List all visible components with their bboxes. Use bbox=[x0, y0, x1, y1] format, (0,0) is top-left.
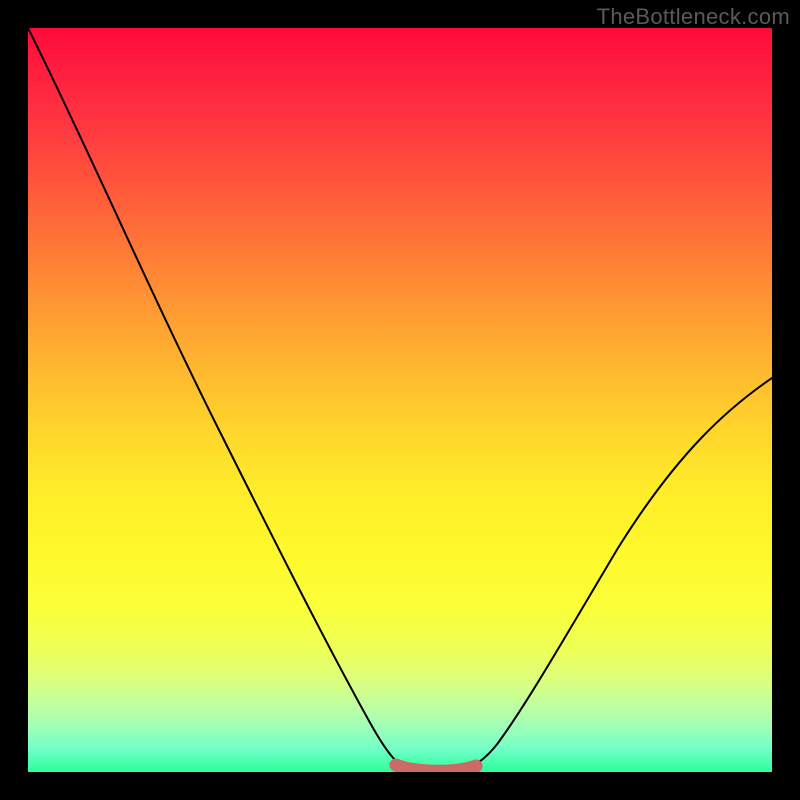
watermark-text: TheBottleneck.com bbox=[597, 4, 790, 30]
plot-area bbox=[28, 28, 772, 772]
chart-frame: TheBottleneck.com bbox=[0, 0, 800, 800]
optimal-range-marker-path bbox=[396, 765, 476, 771]
chart-svg bbox=[28, 28, 772, 772]
bottleneck-curve-path bbox=[28, 28, 772, 771]
